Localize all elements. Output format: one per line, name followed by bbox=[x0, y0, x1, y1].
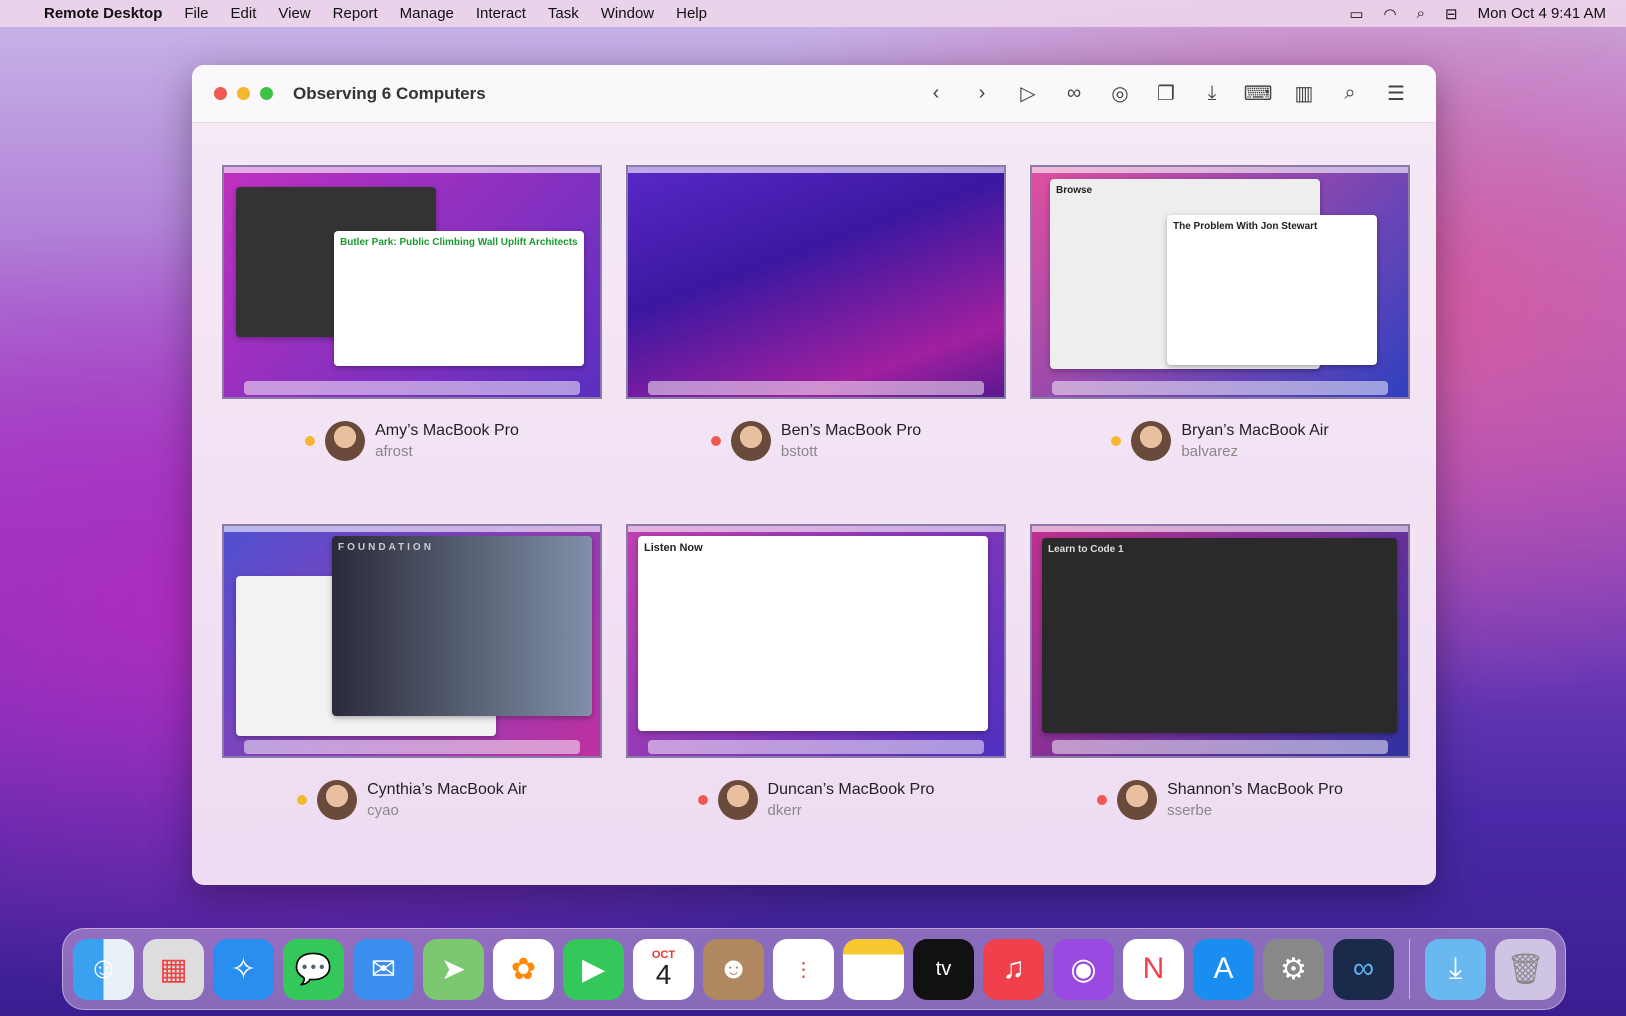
avatar bbox=[717, 780, 758, 820]
downloads-folder-icon[interactable]: ⤓ bbox=[1425, 938, 1486, 1000]
system-preferences-icon[interactable]: ⚙ bbox=[1263, 938, 1324, 1000]
avatar bbox=[1131, 421, 1172, 461]
computer-tile[interactable]: Browse The Problem With Jon Stewart Brya… bbox=[1030, 165, 1410, 524]
maps-icon[interactable]: ➤ bbox=[423, 938, 484, 1000]
screen-thumbnail[interactable]: Browse The Problem With Jon Stewart bbox=[1030, 165, 1410, 399]
status-dot bbox=[305, 436, 316, 446]
trash-icon[interactable]: 🗑 bbox=[1495, 938, 1556, 1000]
chevron-left-icon[interactable]: ‹ bbox=[922, 79, 950, 107]
computer-name: Bryan’s MacBook Air bbox=[1181, 422, 1329, 439]
menu-help[interactable]: Help bbox=[676, 5, 707, 22]
menu-bar: Remote Desktop File Edit View Report Man… bbox=[0, 0, 1626, 27]
status-dot bbox=[297, 795, 308, 805]
search-icon[interactable]: ⌕ bbox=[1336, 79, 1364, 107]
news-icon[interactable]: N bbox=[1123, 938, 1184, 1000]
user-name: balvarez bbox=[1181, 443, 1239, 460]
user-name: cyao bbox=[367, 802, 399, 819]
window-title: Observing 6 Computers bbox=[293, 83, 486, 103]
screen-thumbnail[interactable]: Listen Now bbox=[626, 524, 1006, 758]
screen-thumbnail[interactable] bbox=[626, 165, 1006, 399]
screen-thumbnail[interactable]: Butler Park: Public Climbing Wall Uplift… bbox=[222, 165, 602, 399]
chevron-right-icon[interactable]: › bbox=[968, 79, 996, 107]
zoom-button[interactable] bbox=[260, 87, 273, 100]
minimize-button[interactable] bbox=[237, 87, 250, 100]
calendar-day: 4 bbox=[655, 958, 672, 990]
remote-desktop-icon[interactable]: ∞ bbox=[1333, 938, 1394, 1000]
facetime-icon[interactable]: ▶ bbox=[563, 938, 624, 1000]
status-dot bbox=[697, 795, 708, 805]
contacts-icon[interactable]: ☻ bbox=[703, 938, 764, 1000]
status-dot bbox=[1111, 436, 1122, 446]
spotlight-icon[interactable]: ⌕ bbox=[1417, 5, 1425, 22]
user-name: sserbe bbox=[1167, 802, 1213, 819]
notes-icon[interactable] bbox=[843, 938, 904, 1000]
wifi-icon[interactable]: ◠ bbox=[1384, 5, 1397, 23]
play-icon[interactable]: ▷ bbox=[1014, 79, 1042, 107]
avatar bbox=[1117, 780, 1158, 820]
computer-name: Duncan’s MacBook Pro bbox=[767, 781, 935, 798]
menu-interact[interactable]: Interact bbox=[476, 5, 526, 22]
observe-window: Observing 6 Computers ‹ › ▷ ∞ ◎ ❐ ⤓ ⌨ ▥ … bbox=[192, 65, 1436, 885]
status-dot bbox=[1097, 795, 1108, 805]
computer-name: Shannon’s MacBook Pro bbox=[1167, 781, 1343, 798]
screen-thumbnail[interactable]: Learn to Code 1 bbox=[1030, 524, 1410, 758]
clock[interactable]: Mon Oct 4 9:41 AM bbox=[1478, 5, 1606, 22]
computer-name: Ben’s MacBook Pro bbox=[780, 422, 922, 439]
dock-separator bbox=[1409, 939, 1410, 999]
menu-task[interactable]: Task bbox=[548, 5, 579, 22]
avatar bbox=[317, 780, 358, 820]
computer-tile[interactable]: FOUNDATION Cynthia’s MacBook Air cyao bbox=[222, 524, 602, 883]
report-icon[interactable]: ▥ bbox=[1290, 79, 1318, 107]
screen-thumbnail[interactable]: FOUNDATION bbox=[222, 524, 602, 758]
control-icon[interactable]: ◎ bbox=[1106, 79, 1134, 107]
launchpad-icon[interactable]: ▦ bbox=[143, 938, 204, 1000]
computer-tile[interactable]: Ben’s MacBook Pro bstott bbox=[626, 165, 1006, 524]
computer-tile[interactable]: Learn to Code 1 Shannon’s MacBook Pro sse… bbox=[1030, 524, 1410, 883]
podcasts-icon[interactable]: ◉ bbox=[1053, 938, 1114, 1000]
toolbar: ‹ › ▷ ∞ ◎ ❐ ⤓ ⌨ ▥ ⌕ ☰ bbox=[922, 79, 1410, 107]
menu-manage[interactable]: Manage bbox=[400, 5, 454, 22]
user-name: dkerr bbox=[767, 802, 802, 819]
mail-icon[interactable]: ✉ bbox=[353, 938, 414, 1000]
unix-command-icon[interactable]: ⌨ bbox=[1244, 79, 1273, 107]
menu-app-name[interactable]: Remote Desktop bbox=[44, 5, 162, 22]
list-view-icon[interactable]: ☰ bbox=[1382, 79, 1410, 107]
computer-grid: Butler Park: Public Climbing Wall Uplift… bbox=[222, 165, 1410, 883]
computer-name: Amy’s MacBook Pro bbox=[375, 422, 519, 439]
copy-items-icon[interactable]: ❐ bbox=[1152, 79, 1180, 107]
avatar bbox=[325, 421, 366, 461]
menu-file[interactable]: File bbox=[184, 5, 208, 22]
install-icon[interactable]: ⤓ bbox=[1198, 79, 1226, 107]
battery-charging-icon[interactable]: ▭ bbox=[1349, 5, 1363, 23]
calendar-icon[interactable]: OCT 4 bbox=[633, 938, 694, 1000]
tv-icon[interactable]: tv bbox=[913, 938, 974, 1000]
control-center-icon[interactable]: ⊟ bbox=[1445, 5, 1458, 23]
user-name: afrost bbox=[375, 443, 413, 460]
menu-view[interactable]: View bbox=[278, 5, 310, 22]
dock: ☺ ▦ ✧ 💬 ✉ ➤ ✿ ▶ OCT 4 ☻ ⋮ tv ♫ ◉ N A ⚙ ∞ … bbox=[62, 928, 1566, 1010]
menu-report[interactable]: Report bbox=[333, 5, 378, 22]
computer-tile[interactable]: Butler Park: Public Climbing Wall Uplift… bbox=[222, 165, 602, 524]
reminders-icon[interactable]: ⋮ bbox=[773, 938, 834, 1000]
safari-icon[interactable]: ✧ bbox=[213, 938, 274, 1000]
user-name: bstott bbox=[780, 443, 818, 460]
computer-name: Cynthia’s MacBook Air bbox=[367, 781, 527, 798]
menu-window[interactable]: Window bbox=[601, 5, 654, 22]
photos-icon[interactable]: ✿ bbox=[493, 938, 554, 1000]
app-store-icon[interactable]: A bbox=[1193, 938, 1254, 1000]
title-bar: Observing 6 Computers ‹ › ▷ ∞ ◎ ❐ ⤓ ⌨ ▥ … bbox=[192, 65, 1436, 123]
computer-tile[interactable]: Listen Now Duncan’s MacBook Pro dkerr bbox=[626, 524, 1006, 883]
close-button[interactable] bbox=[214, 87, 227, 100]
status-dot bbox=[710, 436, 721, 446]
menu-edit[interactable]: Edit bbox=[231, 5, 257, 22]
avatar bbox=[730, 421, 771, 461]
binoculars-icon[interactable]: ∞ bbox=[1060, 79, 1088, 107]
finder-icon[interactable]: ☺ bbox=[73, 938, 134, 1000]
messages-icon[interactable]: 💬 bbox=[283, 938, 344, 1000]
music-icon[interactable]: ♫ bbox=[983, 938, 1044, 1000]
